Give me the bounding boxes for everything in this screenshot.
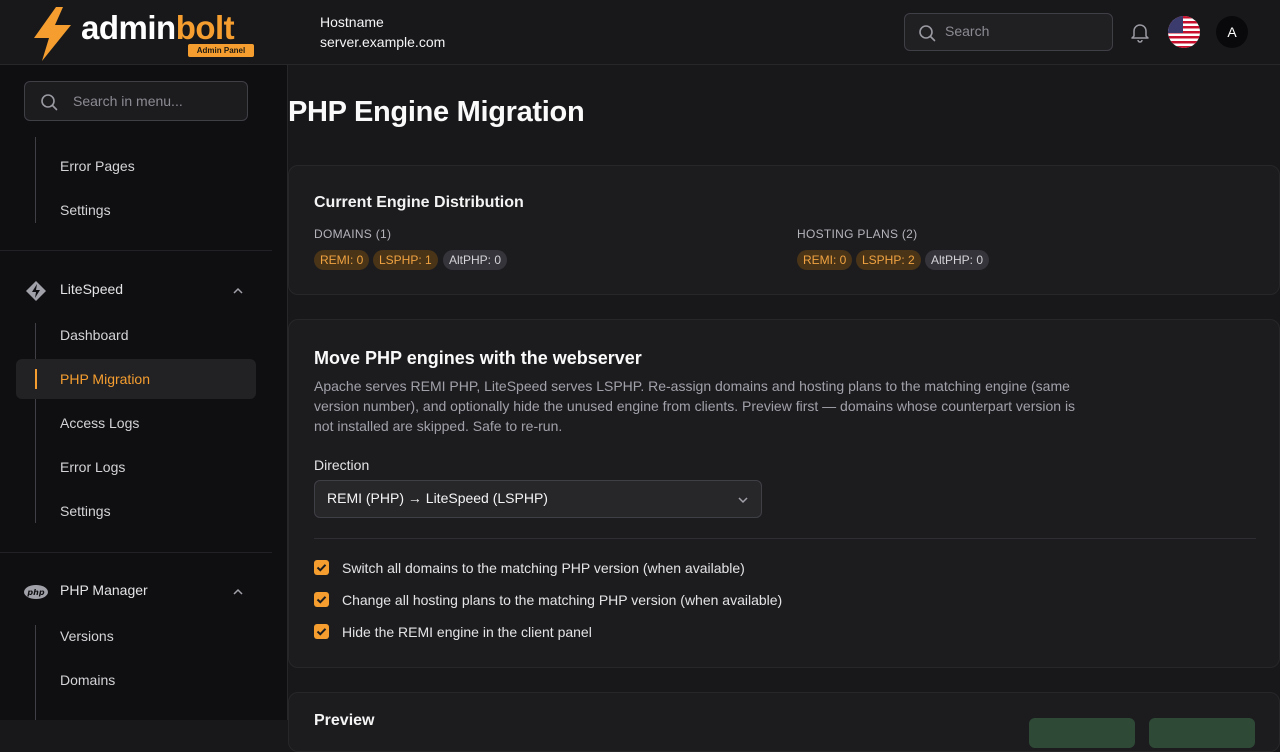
sidebar-item-error-logs[interactable]: Error Logs [60, 457, 125, 477]
sidebar-item-settings[interactable]: Settings [60, 200, 111, 220]
preview-title: Preview [314, 712, 375, 729]
sidebar-item-error-pages[interactable]: Error Pages [60, 156, 135, 176]
move-description: Apache serves REMI PHP, LiteSpeed serves… [314, 378, 1076, 434]
move-engines-card: Move PHP engines with the webserver Apac… [288, 319, 1280, 668]
sidebar-item-litespeed-settings[interactable]: Settings [60, 501, 111, 521]
adminbolt-logo[interactable]: adminbolt Admin Panel [30, 6, 260, 61]
preview-action-button[interactable] [1029, 718, 1135, 748]
search-icon [41, 94, 58, 111]
option-label: Change all hosting plans to the matching… [342, 592, 783, 608]
option-label: Switch all domains to the matching PHP v… [342, 560, 745, 576]
chevron-up-icon [233, 588, 243, 595]
menu-search-input[interactable]: Search in menu... [24, 81, 248, 121]
sidebar-group-label: PHP Manager [60, 582, 148, 598]
submenu-rail [35, 625, 36, 720]
direction-label: Direction [314, 457, 370, 473]
sidebar-group-php-manager[interactable]: php PHP Manager [24, 580, 248, 604]
search-icon [919, 25, 936, 42]
sidebar-item-versions[interactable]: Versions [60, 626, 114, 646]
domains-label: DOMAINS (1) [314, 227, 392, 241]
preview-action-button[interactable] [1149, 718, 1255, 748]
engine-distribution-card: Current Engine Distribution DOMAINS (1) … [288, 165, 1280, 295]
logo-wordmark: adminbolt [81, 9, 235, 46]
litespeed-icon [26, 281, 46, 301]
plans-remi-badge: REMI: 0 [797, 250, 853, 270]
chevron-up-icon [233, 287, 243, 294]
divider [314, 538, 1256, 539]
sidebar-divider [0, 250, 272, 251]
bolt-logo-icon [34, 7, 71, 61]
notification-bell-icon[interactable] [1129, 21, 1151, 43]
checkbox-checked[interactable] [314, 624, 329, 639]
us-flag-icon[interactable] [1168, 16, 1200, 48]
php-icon: php [24, 585, 48, 599]
distribution-title: Current Engine Distribution [314, 194, 524, 211]
global-search-input[interactable]: Search [904, 13, 1113, 51]
direction-select[interactable]: REMI (PHP) → LiteSpeed (LSPHP) [314, 480, 762, 518]
sidebar-item-php-migration[interactable]: PHP Migration [60, 369, 150, 389]
preview-card: Preview [288, 692, 1280, 752]
hostname-block: Hostname server.example.com [320, 12, 445, 52]
domains-remi-badge: REMI: 0 [314, 250, 370, 270]
page-title: PHP Engine Migration [288, 96, 585, 128]
top-bar: adminbolt Admin Panel Hostname server.ex… [0, 0, 1280, 65]
checkbox-checked[interactable] [314, 560, 329, 575]
chevron-down-icon [738, 497, 748, 504]
menu-search-placeholder: Search in menu... [73, 93, 183, 109]
plans-lsphp-badge: LSPHP: 2 [856, 250, 921, 270]
hosting-plans-label: HOSTING PLANS (2) [797, 227, 918, 241]
hostname-label: Hostname [320, 14, 384, 30]
sidebar-active-indicator [35, 369, 37, 389]
sidebar-item-access-logs[interactable]: Access Logs [60, 413, 139, 433]
plans-altphp-badge: AltPHP: 0 [925, 250, 990, 270]
sidebar-item-domains[interactable]: Domains [60, 670, 115, 690]
avatar[interactable]: A [1216, 16, 1248, 48]
svg-text:php: php [26, 588, 44, 597]
search-placeholder: Search [945, 23, 990, 39]
sidebar-divider [0, 552, 272, 553]
main-content: PHP Engine Migration Current Engine Dist… [288, 65, 1280, 752]
sidebar-item-dashboard[interactable]: Dashboard [60, 325, 129, 345]
sidebar: Search in menu... Error Pages Settings L… [0, 65, 288, 720]
hostname-value: server.example.com [320, 34, 446, 50]
sidebar-group-label: LiteSpeed [60, 281, 124, 297]
checkbox-checked[interactable] [314, 592, 329, 607]
option-label: Hide the REMI engine in the client panel [342, 624, 592, 640]
domains-lsphp-badge: LSPHP: 1 [373, 250, 438, 270]
sidebar-group-litespeed[interactable]: LiteSpeed [24, 279, 248, 303]
logo-badge: Admin Panel [188, 44, 254, 57]
domains-altphp-badge: AltPHP: 0 [443, 250, 508, 270]
move-title: Move PHP engines with the webserver [314, 348, 642, 368]
submenu-rail [35, 323, 36, 523]
direction-value: REMI (PHP) → LiteSpeed (LSPHP) [327, 490, 548, 506]
submenu-rail [35, 137, 36, 223]
